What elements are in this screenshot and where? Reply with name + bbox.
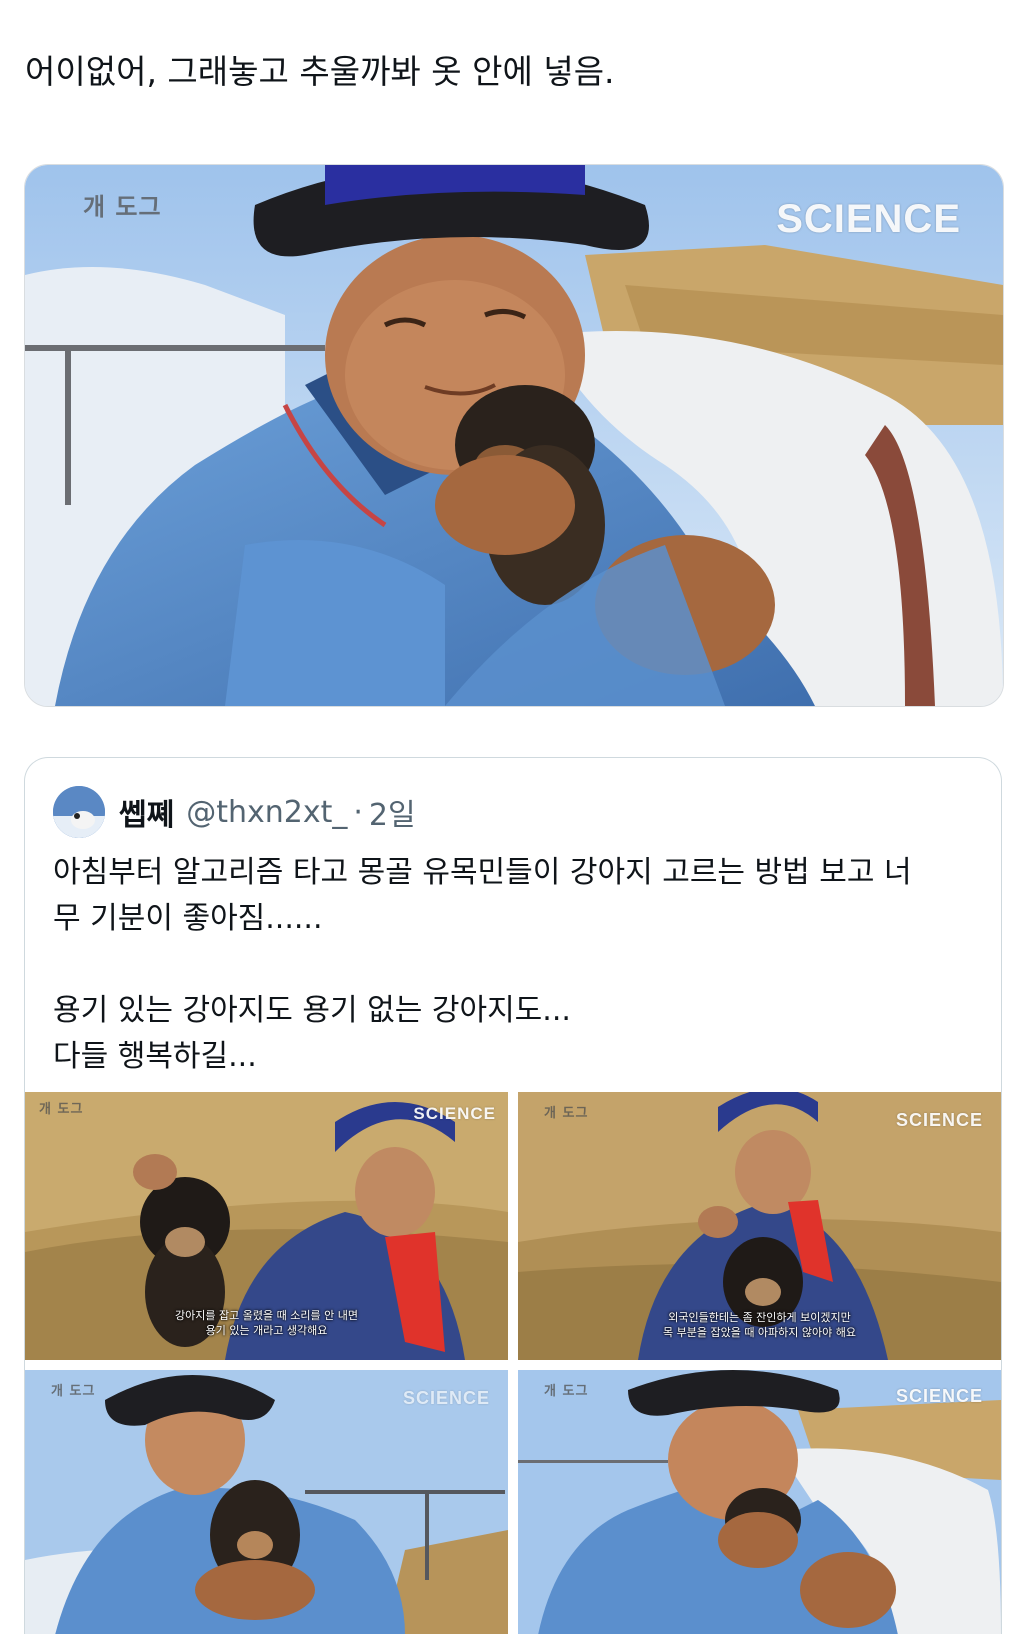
media-photo-top-right[interactable]: 개 도그 SCIENCE 외국인들한테는 좀 잔인하게 보이겠지만 목 부분을 …: [518, 1092, 1001, 1360]
quoted-tweet-text: 아침부터 알고리즘 타고 몽골 유목민들이 강아지 고르는 방법 보고 너 무 …: [53, 855, 912, 1074]
quoted-tweet-card[interactable]: 쎕쪠 @thxn2xt_ · 2일 아침부터 알고리즘 타고 몽골 유목민들이 …: [24, 757, 1002, 1634]
quoted-timestamp[interactable]: 2일: [369, 790, 416, 834]
tv-logo-icon: 개 도그: [39, 1102, 84, 1117]
science-watermark: SCIENCE: [895, 1110, 983, 1130]
tweet-text: 어이없어, 그래놓고 추울까봐 옷 안에 넣음.: [25, 52, 615, 91]
tv-logo-icon: 개 도그: [51, 1384, 96, 1399]
herder-hugging-puppy-photo: 개 도그 SCIENCE: [25, 165, 1003, 706]
quoted-handle[interactable]: @thxn2xt_: [186, 795, 347, 830]
tv-logo-icon: 개 도그: [544, 1384, 589, 1399]
tweet-media-photo[interactable]: 개 도그 SCIENCE: [24, 164, 1004, 707]
quoted-display-name[interactable]: 쎕쪠: [119, 790, 174, 834]
science-watermark: SCIENCE: [895, 1386, 983, 1406]
subtitle-caption: 강아지를 잡고 올렸을 때 소리를 안 내면 용기 있는 개라고 생각해요: [175, 1309, 358, 1337]
media-photo-bottom-right[interactable]: 개 도그 SCIENCE: [518, 1370, 1001, 1634]
tv-logo-icon: 개 도그: [83, 193, 162, 221]
science-watermark: SCIENCE: [402, 1388, 490, 1408]
subtitle-caption: 외국인들한테는 좀 잔인하게 보이겠지만 목 부분을 잡았을 때 아파하지 않아…: [662, 1311, 857, 1339]
science-watermark: SCIENCE: [413, 1104, 496, 1123]
tv-logo-icon: 개 도그: [544, 1106, 589, 1121]
science-watermark: SCIENCE: [776, 197, 961, 241]
media-photo-bottom-left[interactable]: 개 도그 SCIENCE: [25, 1370, 508, 1634]
quoted-media-grid: 개 도그 SCIENCE 강아지를 잡고 올렸을 때 소리를 안 내면 용기 있…: [25, 1092, 1001, 1634]
separator-dot: ·: [353, 794, 363, 830]
quoted-tweet-header: 쎕쪠 @thxn2xt_ · 2일: [53, 786, 416, 838]
tweet-page: 어이없어, 그래놓고 추울까봐 옷 안에 넣음. 개 도그 SCIENCE 쎕쪠…: [0, 0, 1024, 1634]
avatar[interactable]: [53, 786, 105, 838]
media-photo-top-left[interactable]: 개 도그 SCIENCE 강아지를 잡고 올렸을 때 소리를 안 내면 용기 있…: [25, 1092, 508, 1360]
